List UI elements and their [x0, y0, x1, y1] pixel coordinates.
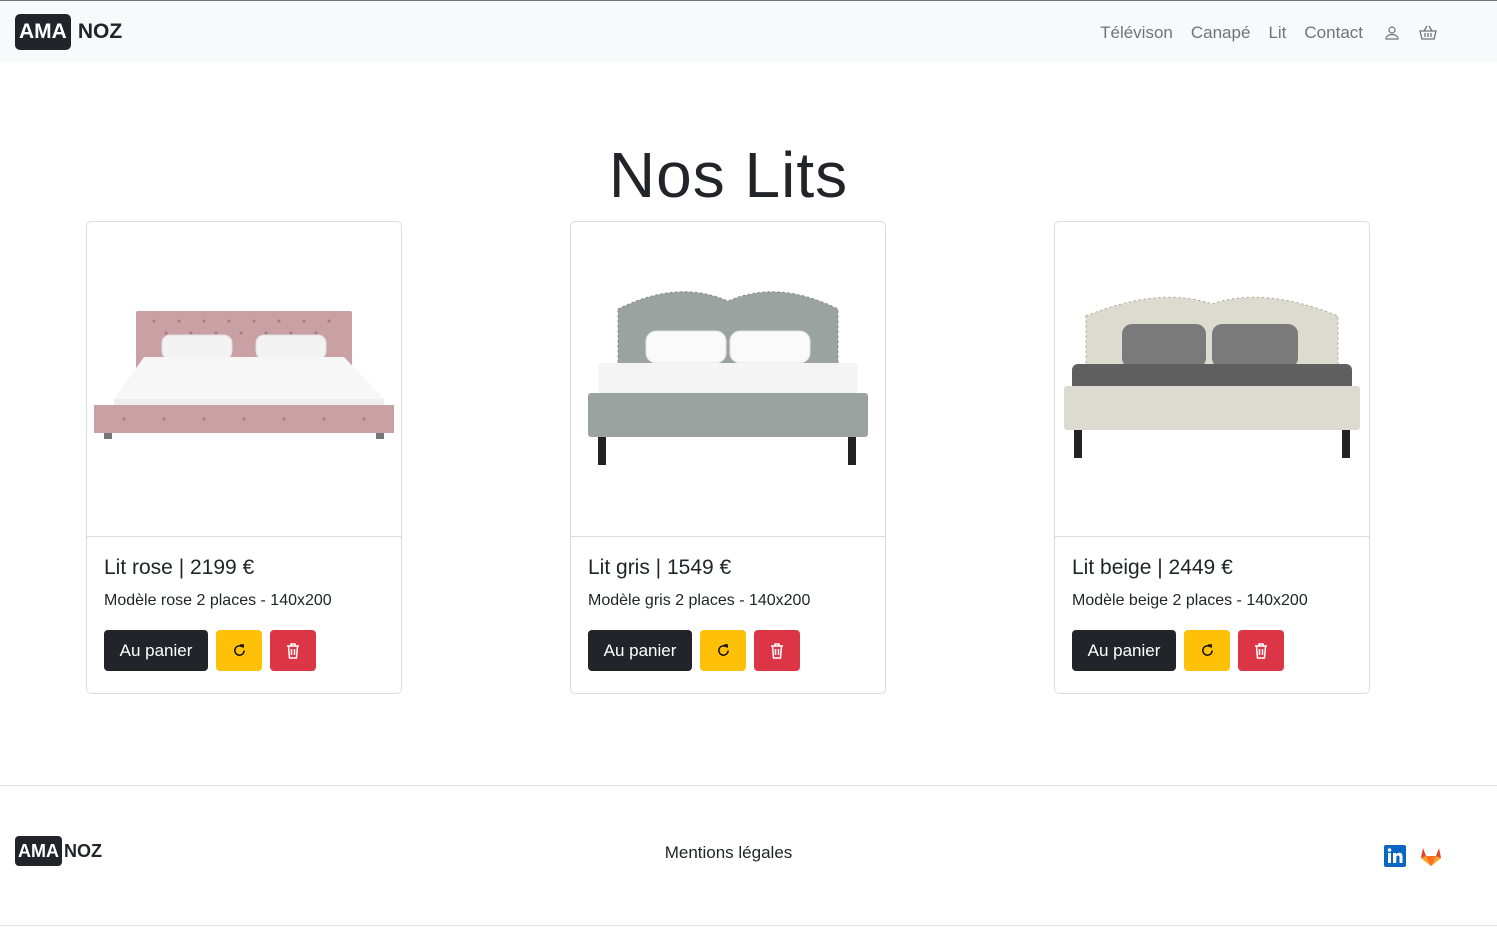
product-image — [1055, 222, 1369, 537]
product-card: Lit beige | 2449 € Modèle beige 2 places… — [1054, 221, 1370, 694]
refresh-icon — [1201, 644, 1213, 656]
nav-link-lit[interactable]: Lit — [1268, 21, 1286, 45]
brand-logo-box: AMA — [15, 14, 71, 50]
product-title: Lit rose | 2199 € — [104, 556, 255, 579]
refresh-button[interactable] — [216, 630, 262, 671]
card-body: Lit gris | 1549 € Modèle gris 2 places -… — [571, 537, 885, 689]
card-actions: Au panier — [1072, 630, 1352, 671]
nav-link-canape[interactable]: Canapé — [1191, 21, 1251, 45]
social-icons — [1371, 844, 1443, 868]
refresh-icon — [233, 644, 245, 656]
card-actions: Au panier — [104, 630, 384, 671]
nav-link-contact[interactable]: Contact — [1304, 21, 1363, 45]
product-description: Modèle rose 2 places - 140x200 — [104, 592, 332, 609]
navbar: AMA NOZ Télévison Canapé Lit Contact — [0, 0, 1497, 63]
product-title: Lit beige | 2449 € — [1072, 556, 1233, 579]
legal-notice-link[interactable]: Mentions légales — [0, 843, 1457, 863]
brand-logo[interactable]: AMA NOZ — [15, 14, 122, 50]
product-description: Modèle beige 2 places - 140x200 — [1072, 592, 1308, 609]
product-description: Modèle gris 2 places - 140x200 — [588, 592, 811, 609]
product-image — [87, 222, 401, 537]
delete-button[interactable] — [754, 630, 800, 671]
trash-icon — [287, 642, 299, 659]
add-to-cart-button[interactable]: Au panier — [588, 630, 692, 671]
card-actions: Au panier — [588, 630, 868, 671]
page-title: Nos Lits — [608, 139, 849, 211]
delete-button[interactable] — [1238, 630, 1284, 671]
card-body: Lit rose | 2199 € Modèle rose 2 places -… — [87, 537, 401, 689]
trash-icon — [771, 642, 783, 659]
refresh-icon — [717, 644, 729, 656]
product-card: Lit rose | 2199 € Modèle rose 2 places -… — [86, 221, 402, 694]
refresh-button[interactable] — [700, 630, 746, 671]
basket-icon[interactable] — [1419, 24, 1437, 42]
gitlab-icon[interactable] — [1419, 844, 1443, 868]
trash-icon — [1255, 642, 1267, 659]
nav-links: Télévison Canapé Lit Contact — [1082, 21, 1437, 45]
user-icon[interactable] — [1383, 24, 1401, 42]
product-card: Lit gris | 1549 € Modèle gris 2 places -… — [570, 221, 886, 694]
footer: AMA NOZ Mentions légales — [0, 785, 1497, 926]
refresh-button[interactable] — [1184, 630, 1230, 671]
brand-logo-text: NOZ — [77, 20, 123, 43]
product-image — [571, 222, 885, 537]
linkedin-icon[interactable] — [1383, 844, 1407, 868]
delete-button[interactable] — [270, 630, 316, 671]
nav-link-television[interactable]: Télévison — [1100, 21, 1173, 45]
add-to-cart-button[interactable]: Au panier — [104, 630, 208, 671]
card-body: Lit beige | 2449 € Modèle beige 2 places… — [1055, 537, 1369, 689]
add-to-cart-button[interactable]: Au panier — [1072, 630, 1176, 671]
product-title: Lit gris | 1549 € — [588, 556, 732, 579]
